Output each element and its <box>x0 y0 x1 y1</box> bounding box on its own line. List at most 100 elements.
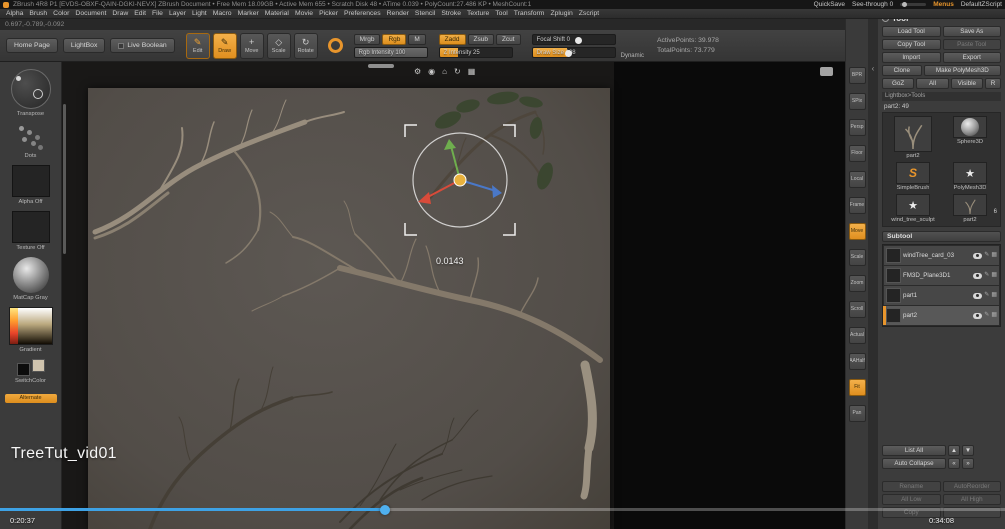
gizmo-center-handle[interactable] <box>454 174 466 186</box>
scale-mode-button[interactable]: ◇Scale <box>267 33 291 59</box>
collapse-left-button[interactable]: « <box>948 458 960 469</box>
m-button[interactable]: M <box>408 34 425 45</box>
tree-branch-top-left[interactable] <box>95 100 344 263</box>
see-through-slider[interactable] <box>900 3 926 6</box>
focal-shift-slider[interactable]: Focal Shift 0 <box>532 34 616 45</box>
menu-item-edit[interactable]: Edit <box>134 10 146 17</box>
goz-button[interactable]: GoZ <box>882 78 914 89</box>
alternate-button[interactable]: Alternate <box>5 394 57 403</box>
quicksave-button[interactable]: QuickSave <box>814 1 845 8</box>
menu-item-light[interactable]: Light <box>192 10 207 17</box>
tool-thumb-part2[interactable]: part2 <box>886 116 940 159</box>
gizmo-gear-icon[interactable]: ⚙ <box>414 67 421 77</box>
shelf-button-aahalf[interactable]: AAHalf <box>849 353 866 370</box>
canvas-h-scrollbar[interactable] <box>368 64 394 68</box>
brush-ring-icon[interactable] <box>328 38 343 53</box>
visibility-eye-icon[interactable] <box>973 313 982 319</box>
tree-branch-bottom-center[interactable] <box>340 410 492 529</box>
edit-mode-button[interactable]: ✎Edit <box>186 33 210 59</box>
tool-thumb-simplebrush[interactable]: S SimpleBrush <box>886 162 940 191</box>
menu-item-marker[interactable]: Marker <box>238 10 259 17</box>
polypaint-grid-icon[interactable]: ▦ <box>991 312 997 319</box>
dynamic-label[interactable]: Dynamic <box>621 53 644 59</box>
gizmo-x-cone[interactable] <box>418 192 431 204</box>
draw-mode-button[interactable]: ✎Draw <box>213 33 237 59</box>
menu-item-texture[interactable]: Texture <box>467 10 489 17</box>
menu-item-render[interactable]: Render <box>387 10 409 17</box>
z-intensity-slider[interactable]: Z Intensity 25 <box>439 47 513 58</box>
live-boolean-button[interactable]: Live Boolean <box>110 38 174 53</box>
all-high-button[interactable]: All High <box>943 494 1002 505</box>
panel-divider[interactable]: ‹ <box>868 9 878 529</box>
subtool-row[interactable]: windTree_card_03 ✎ ▦ <box>884 246 999 265</box>
auto-reorder-button[interactable]: AutoReorder <box>943 481 1002 492</box>
subtool-row[interactable]: part1 ✎ ▦ <box>884 286 999 305</box>
rotate-mode-button[interactable]: ↻Rotate <box>294 33 318 59</box>
paint-icon[interactable]: ✎ <box>984 252 989 259</box>
menus-button[interactable]: Menus <box>933 1 954 8</box>
tool-thumb-sphere3d[interactable]: Sphere3D <box>943 116 997 159</box>
material-sphere-icon[interactable] <box>13 257 49 293</box>
color-picker[interactable] <box>9 307 53 345</box>
menu-item-layer[interactable]: Layer <box>169 10 186 17</box>
menu-item-transform[interactable]: Transform <box>514 10 545 17</box>
canvas-viewport[interactable]: ⚙ ◉ ⌂ ↻ ▦ <box>62 62 845 529</box>
menu-item-alpha[interactable]: Alpha <box>6 10 23 17</box>
visibility-eye-icon[interactable] <box>973 253 982 259</box>
collapse-panel-icon[interactable]: ‹ <box>868 64 878 73</box>
hue-strip[interactable] <box>10 308 18 344</box>
shelf-button-move[interactable]: Move <box>849 223 866 240</box>
shelf-button-bpr[interactable]: BPR <box>849 67 866 84</box>
rename-button[interactable]: Rename <box>882 481 941 492</box>
r-button[interactable]: R <box>985 78 1001 89</box>
tool-thumb-wind-tree-sculpt[interactable]: ★ wind_tree_sculpt <box>886 194 940 223</box>
menu-item-color[interactable]: Color <box>53 10 69 17</box>
shelf-button-scroll[interactable]: Scroll <box>849 301 866 318</box>
rgb-button[interactable]: Rgb <box>382 34 406 45</box>
current-brush-transpose-icon[interactable] <box>11 69 51 109</box>
move-mode-button[interactable]: +Move <box>240 33 264 59</box>
menu-item-picker[interactable]: Picker <box>319 10 338 17</box>
zsub-button[interactable]: Zsub <box>468 34 494 45</box>
load-tool-button[interactable]: Load Tool <box>882 26 941 37</box>
menu-item-tool[interactable]: Tool <box>495 10 507 17</box>
list-all-button[interactable]: List All <box>882 445 946 456</box>
shelf-button-persp[interactable]: Persp <box>849 119 866 136</box>
gizmo-reset-icon[interactable]: ↻ <box>454 67 461 77</box>
polypaint-grid-icon[interactable]: ▦ <box>991 272 997 279</box>
mrgb-button[interactable]: Mrgb <box>354 34 381 45</box>
canvas-v-scrollbar[interactable] <box>63 104 66 254</box>
visibility-eye-icon[interactable] <box>973 293 982 299</box>
subtool-section-header[interactable]: Subtool <box>882 231 1001 242</box>
menu-item-material[interactable]: Material <box>265 10 289 17</box>
focal-shift-knob[interactable] <box>575 37 582 44</box>
rgb-intensity-slider[interactable]: Rgb Intensity 100 <box>354 47 428 58</box>
gizmo-mesh-icon[interactable]: ▦ <box>468 67 476 77</box>
draw-size-knob[interactable] <box>565 50 572 57</box>
all-low-button[interactable]: All Low <box>882 494 941 505</box>
subtool-row-selected[interactable]: part2 ✎ ▦ <box>884 306 999 325</box>
menu-item-brush[interactable]: Brush <box>29 10 47 17</box>
menu-item-stroke[interactable]: Stroke <box>441 10 461 17</box>
paste-tool-button[interactable]: Paste Tool <box>943 39 1002 50</box>
paint-icon[interactable]: ✎ <box>984 312 989 319</box>
shelf-button-floor[interactable]: Floor <box>849 145 866 162</box>
menu-item-macro[interactable]: Macro <box>213 10 232 17</box>
draw-size-slider[interactable]: Draw Size 108 <box>532 47 616 58</box>
clone-button[interactable]: Clone <box>882 65 922 76</box>
default-zscript-button[interactable]: DefaultZScript <box>961 1 1002 8</box>
auto-collapse-button[interactable]: Auto Collapse <box>882 458 946 469</box>
primary-color-swatch[interactable] <box>17 363 30 376</box>
copy-tool-button[interactable]: Copy Tool <box>882 39 941 50</box>
paint-icon[interactable]: ✎ <box>984 292 989 299</box>
zadd-button[interactable]: Zadd <box>439 34 466 45</box>
shelf-button-actual[interactable]: Actual <box>849 327 866 344</box>
import-button[interactable]: Import <box>882 52 941 63</box>
menu-item-zscript[interactable]: Zscript <box>579 10 599 17</box>
menu-item-file[interactable]: File <box>152 10 163 17</box>
see-through-slider-knob[interactable] <box>902 2 907 7</box>
video-scrubber-handle[interactable] <box>380 505 390 515</box>
alpha-swatch[interactable] <box>12 165 50 197</box>
tool-thumb-part2-small[interactable]: part2 6 <box>943 194 997 223</box>
document-canvas[interactable]: 0.0143 <box>88 88 610 529</box>
